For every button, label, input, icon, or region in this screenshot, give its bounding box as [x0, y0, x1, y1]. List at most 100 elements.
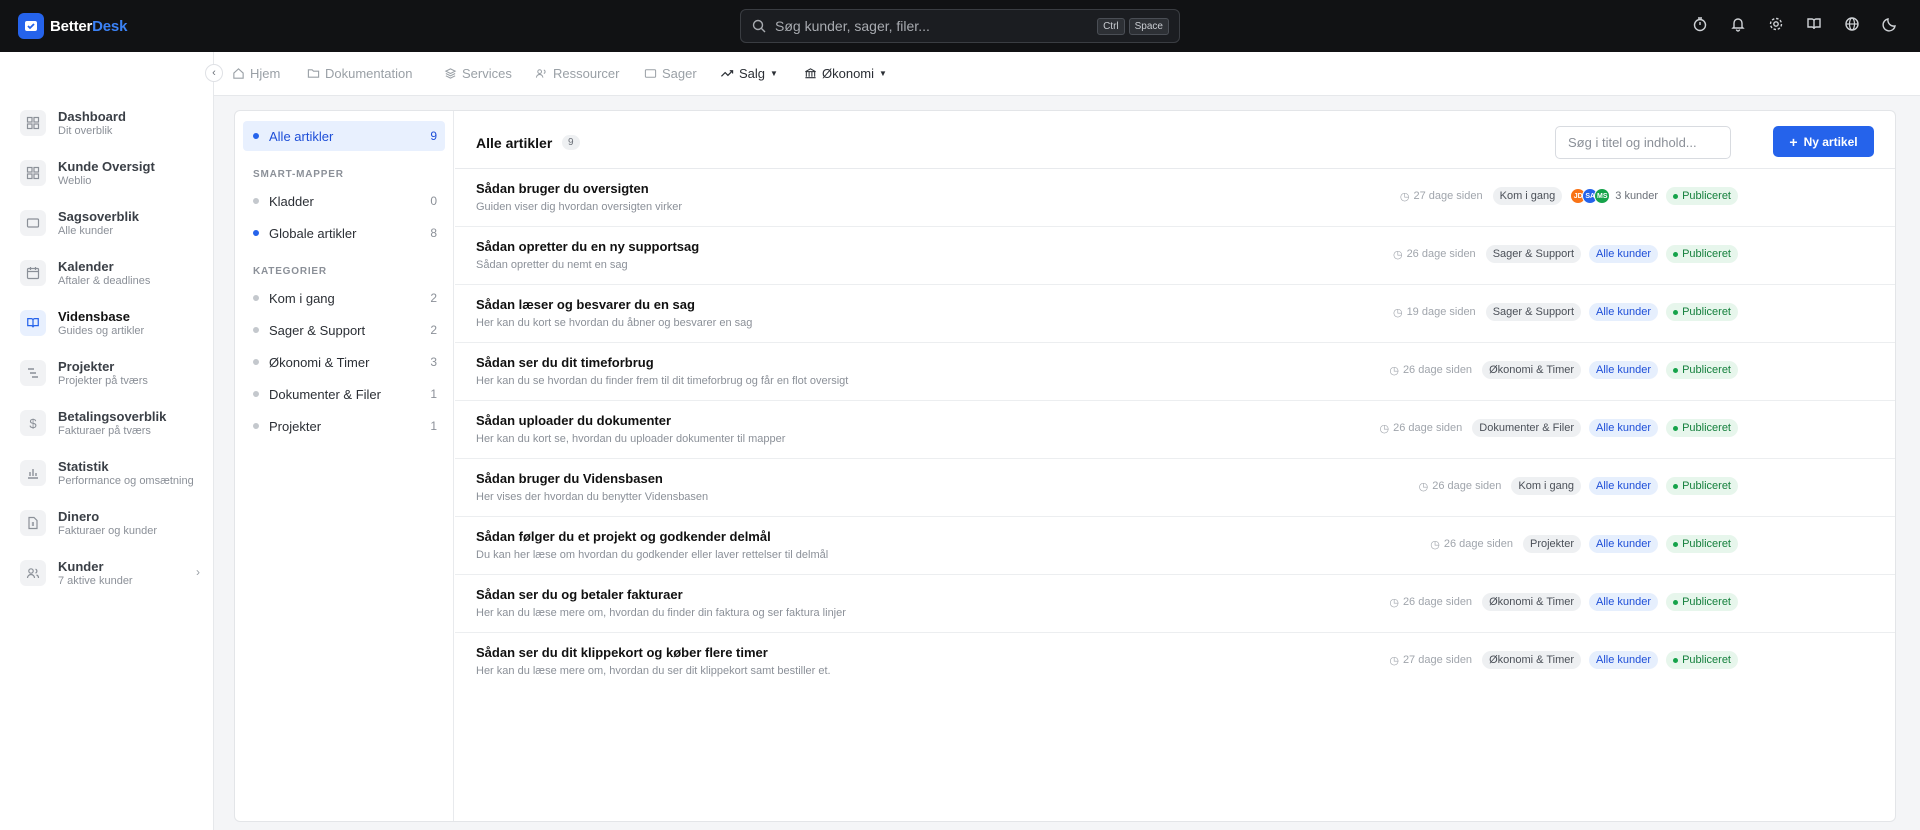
collapse-sidebar-button[interactable]: ‹: [205, 64, 223, 82]
article-title[interactable]: Sådan ser du dit klippekort og køber fle…: [476, 645, 768, 660]
app-logo[interactable]: BetterDesk: [18, 13, 127, 39]
sidebar-item-title: Dinero: [58, 508, 100, 524]
article-row[interactable]: Sådan følger du et projekt og godkender …: [455, 517, 1895, 575]
category-sager-support[interactable]: Sager & Support 2: [243, 315, 445, 345]
sidebar-item-projekter[interactable]: Projekter Projekter på tværs: [20, 353, 200, 393]
sidebar-item-kalender[interactable]: Kalender Aftaler & deadlines: [20, 253, 200, 293]
clock-icon: ◷: [1389, 654, 1399, 667]
folder-kladder[interactable]: Kladder 0: [243, 186, 445, 216]
timer-icon[interactable]: [1690, 14, 1710, 34]
article-row[interactable]: Sådan bruger du oversigten Guiden viser …: [455, 169, 1895, 227]
section-nav: Hjem Dokumentation Services Ressourcer S…: [214, 52, 1920, 96]
nav-hjem[interactable]: Hjem: [232, 66, 280, 81]
article-desc: Guiden viser dig hvordan oversigten virk…: [476, 201, 683, 213]
category-projekter[interactable]: Projekter 1: [243, 411, 445, 441]
list-title: Alle artikler: [476, 135, 553, 151]
nav-services[interactable]: Services: [444, 66, 512, 81]
article-row[interactable]: Sådan bruger du Vidensbasen Her vises de…: [455, 459, 1895, 517]
dot-icon: [253, 230, 259, 236]
folder-globale-artikler[interactable]: Globale artikler 8: [243, 218, 445, 248]
sidebar-item-dashboard[interactable]: Dashboard Dit overblik: [20, 103, 200, 143]
article-row[interactable]: Sådan ser du dit timeforbrug Her kan du …: [455, 343, 1895, 401]
nav-sager[interactable]: Sager: [644, 66, 697, 81]
article-search-input[interactable]: [1555, 126, 1731, 159]
folder-count: 1: [430, 387, 437, 401]
sidebar-item-title: Dashboard: [58, 108, 126, 124]
article-row[interactable]: Sådan ser du og betaler fakturaer Her ka…: [455, 575, 1895, 633]
folder-label: Sager & Support: [269, 322, 366, 338]
grid-icon: [20, 110, 46, 136]
sidebar-item-betalingsoverblik[interactable]: $ Betalingsoverblik Fakturaer på tværs: [20, 403, 200, 443]
audience-tag: Alle kunder: [1589, 593, 1659, 611]
folder-all-articles[interactable]: Alle artikler 9: [243, 121, 445, 151]
article-row[interactable]: Sådan ser du dit klippekort og køber fle…: [455, 633, 1895, 691]
nav-dokumentation[interactable]: Dokumentation: [307, 66, 412, 81]
sidebar-item-sub: Alle kunder: [58, 224, 114, 237]
article-time-text: 26 dage siden: [1402, 364, 1473, 376]
article-title[interactable]: Sådan opretter du en ny supportsag: [476, 239, 699, 254]
article-title[interactable]: Sådan ser du og betaler fakturaer: [476, 587, 683, 602]
sidebar-item-sub: Fakturaer og kunder: [58, 524, 158, 537]
category-tag: Økonomi & Timer: [1482, 593, 1582, 611]
audience-tag: Alle kunder: [1589, 245, 1659, 263]
category-dokumenter-filer[interactable]: Dokumenter & Filer 1: [243, 379, 445, 409]
article-desc: Sådan opretter du nemt en sag: [476, 259, 628, 271]
clock-icon: ◷: [1392, 248, 1403, 261]
moon-icon[interactable]: [1880, 14, 1900, 34]
article-time-text: 26 dage siden: [1443, 538, 1513, 550]
article-title[interactable]: Sådan følger du et projekt og godkender …: [476, 529, 771, 544]
new-article-button[interactable]: + Ny artikel: [1773, 126, 1874, 157]
global-search-input[interactable]: [775, 18, 1094, 34]
sidebar-item-kunde-oversigt[interactable]: Kunde Oversigt Weblio: [20, 153, 200, 193]
category-okonomi-timer[interactable]: Økonomi & Timer 3: [243, 347, 445, 377]
article-row[interactable]: Sådan læser og besvarer du en sag Her ka…: [455, 285, 1895, 343]
category-tag: Dokumenter & Filer: [1472, 419, 1582, 437]
sidebar-item-sagsoverblik[interactable]: Sagsoverblik Alle kunder: [20, 203, 200, 243]
category-tag: Sager & Support: [1485, 303, 1582, 321]
nav-okonomi[interactable]: Økonomi ▼: [804, 66, 887, 81]
sidebar-item-vidensbase[interactable]: Vidensbase Guides og artikler: [20, 303, 200, 343]
sidebar-item-statistik[interactable]: Statistik Performance og omsætning: [20, 453, 200, 493]
chevron-right-icon[interactable]: ›: [196, 565, 200, 579]
gear-icon[interactable]: [1766, 14, 1786, 34]
article-title[interactable]: Sådan bruger du Vidensbasen: [476, 471, 663, 486]
bell-icon[interactable]: [1728, 14, 1748, 34]
article-title[interactable]: Sådan læser og besvarer du en sag: [476, 297, 695, 312]
sidebar-item-title: Projekter: [58, 358, 115, 374]
article-title[interactable]: Sådan ser du dit timeforbrug: [476, 355, 654, 370]
status-badge: Publiceret: [1666, 361, 1738, 379]
trending-up-icon: [721, 70, 734, 77]
article-row[interactable]: Sådan uploader du dokumenter Her kan du …: [455, 401, 1895, 459]
customer-avatars: JD SA MS 3 kunder: [1570, 188, 1658, 204]
shortcut-ctrl: Ctrl: [1097, 17, 1125, 35]
nav-ressourcer[interactable]: Ressourcer: [535, 66, 619, 81]
sidebar-item-sub: Performance og omsætning: [58, 474, 194, 487]
globe-icon[interactable]: [1842, 14, 1862, 34]
article-desc: Her vises der hvordan du benytter Videns…: [476, 491, 709, 503]
global-search[interactable]: Ctrl Space: [740, 9, 1180, 43]
article-row[interactable]: Sådan opretter du en ny supportsag Sådan…: [455, 227, 1895, 285]
sidebar-item-sub: Weblio: [58, 174, 92, 187]
dot-icon: [253, 359, 259, 365]
book-icon[interactable]: [1804, 14, 1824, 34]
article-title[interactable]: Sådan uploader du dokumenter: [476, 413, 671, 428]
file-dollar-icon: [20, 510, 46, 536]
folder-count: 2: [430, 323, 437, 337]
nav-salg[interactable]: Salg ▼: [720, 66, 778, 81]
audience-tag: Alle kunder: [1589, 535, 1659, 553]
category-kom-i-gang[interactable]: Kom i gang 2: [243, 283, 445, 313]
article-title[interactable]: Sådan bruger du oversigten: [476, 181, 649, 196]
sidebar-item-dinero[interactable]: Dinero Fakturaer og kunder: [20, 503, 200, 543]
status-badge: Publiceret: [1666, 187, 1738, 205]
status-badge: Publiceret: [1666, 535, 1738, 553]
nav-dokumentation-label: Dokumentation: [325, 66, 413, 81]
chevron-left-icon: ‹: [212, 66, 216, 79]
nav-ressourcer-label: Ressourcer: [553, 66, 620, 81]
article-time-text: 26 dage siden: [1393, 422, 1463, 434]
search-icon: [752, 19, 766, 33]
sidebar-item-kunder[interactable]: Kunder 7 aktive kunder ›: [20, 553, 200, 593]
article-time: ◷ 26 dage siden: [1419, 480, 1502, 493]
users-icon: [20, 560, 46, 586]
list-count-badge: 9: [562, 135, 580, 150]
folder-count: 9: [430, 129, 437, 143]
